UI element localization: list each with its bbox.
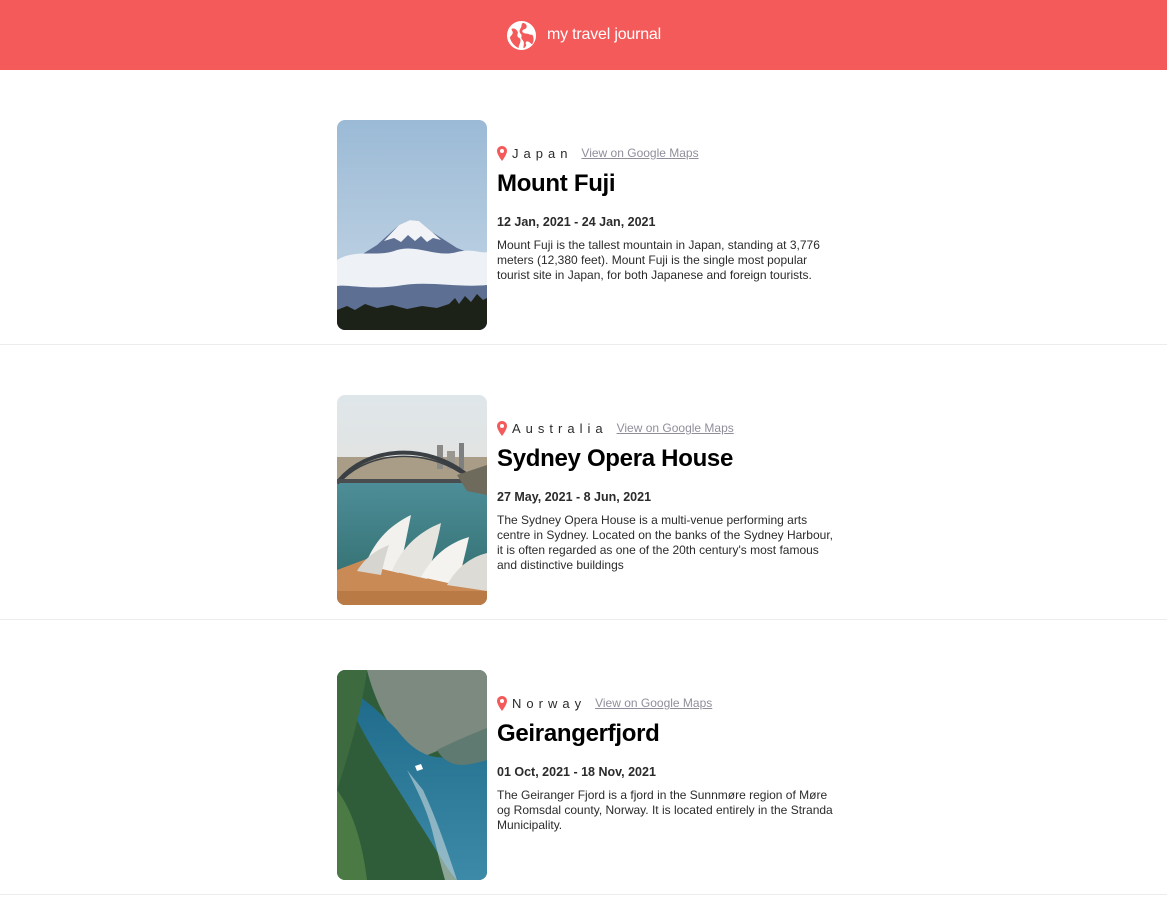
trip-dates: 27 May, 2021 - 8 Jun, 2021 [497,490,652,504]
top-navbar: my travel journal [0,0,1167,70]
app-title: my travel journal [547,26,661,43]
place-description: Mount Fuji is the tallest mountain in Ja… [497,238,820,282]
location-pin-icon [497,695,507,711]
journal-entry: Japan View on Google Maps Mount Fuji 12 … [0,70,1167,345]
location-row: Australia View on Google Maps [497,419,842,437]
journal-entry: Australia View on Google Maps Sydney Ope… [0,345,1167,620]
place-title: Sydney Opera House [497,445,734,472]
mount-fuji-image [337,120,487,330]
google-maps-link[interactable]: View on Google Maps [581,146,698,160]
entry-info: Australia View on Google Maps Sydney Ope… [497,419,842,573]
google-maps-link[interactable]: View on Google Maps [617,421,734,435]
globe-icon [506,20,537,50]
entry-info: Norway View on Google Maps Geirangerfjor… [497,694,842,833]
entry-info: Japan View on Google Maps Mount Fuji 12 … [497,144,842,283]
google-maps-link[interactable]: View on Google Maps [595,696,712,710]
location-row: Norway View on Google Maps [497,694,842,712]
location-row: Japan View on Google Maps [497,144,842,162]
place-title: Geirangerfjord [497,720,660,747]
entry-photo [337,120,487,330]
country-label: Japan [512,145,573,161]
country-label: Australia [512,420,608,436]
journal-list: Japan View on Google Maps Mount Fuji 12 … [0,70,1167,895]
trip-dates: 01 Oct, 2021 - 18 Nov, 2021 [497,765,656,779]
country-label: Norway [512,695,587,711]
entry-photo [337,670,487,880]
place-title: Mount Fuji [497,170,616,197]
sydney-opera-house-image [337,395,487,605]
place-description: The Geiranger Fjord is a fjord in the Su… [497,788,833,832]
place-description: The Sydney Opera House is a multi-venue … [497,513,833,572]
location-pin-icon [497,420,507,436]
geirangerfjord-image [337,670,487,880]
journal-entry: Norway View on Google Maps Geirangerfjor… [0,620,1167,895]
entry-photo [337,395,487,605]
location-pin-icon [497,145,507,161]
trip-dates: 12 Jan, 2021 - 24 Jan, 2021 [497,215,656,229]
